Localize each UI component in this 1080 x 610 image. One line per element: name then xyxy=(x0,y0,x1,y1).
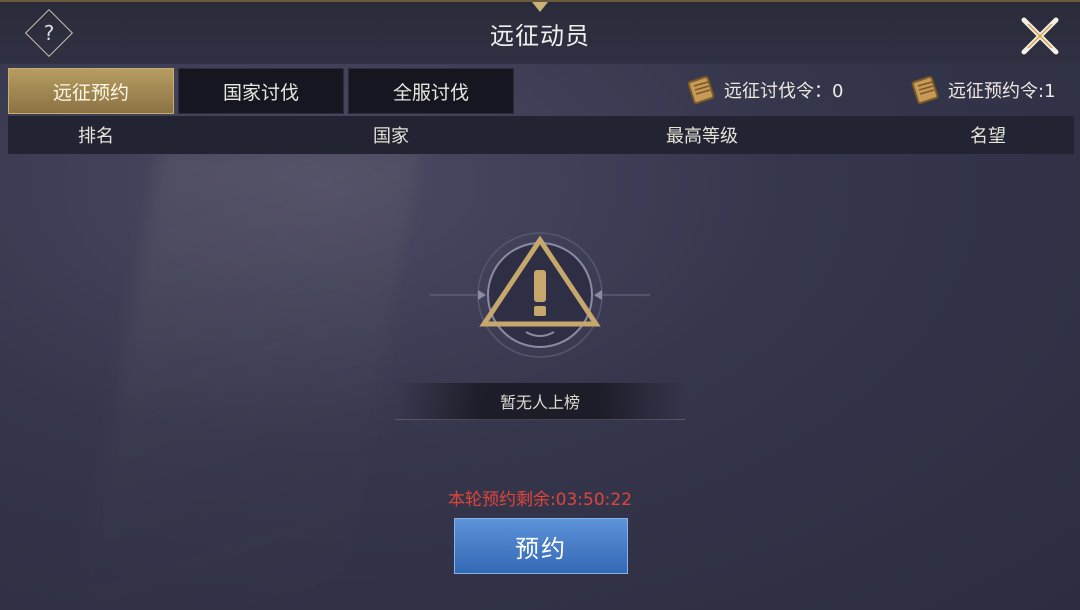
column-header-max-level: 最高等级 xyxy=(666,126,738,147)
empty-state-message: 暂无人上榜 xyxy=(395,383,685,420)
tab-expedition-reserve[interactable]: 远征预约 xyxy=(8,68,174,114)
column-header-prestige: 名望 xyxy=(970,126,1006,147)
token-label: 远征讨伐令：0 xyxy=(724,81,844,102)
warning-icon xyxy=(430,232,650,358)
scroll-icon xyxy=(911,75,939,105)
tab-nation-crusade[interactable]: 国家讨伐 xyxy=(178,68,344,114)
close-icon[interactable] xyxy=(1020,16,1060,56)
column-header-nation: 国家 xyxy=(373,126,409,147)
page-title: 远征动员 xyxy=(490,22,590,50)
token-reserve-order: 远征预约令:1 xyxy=(908,70,1056,110)
ranking-table-header: 排名 国家 最高等级 名望 xyxy=(8,116,1074,154)
token-label: 远征预约令:1 xyxy=(948,81,1056,102)
token-crusade-order: 远征讨伐令：0 xyxy=(684,70,843,110)
tab-bar: 远征预约 国家讨伐 全服讨伐 xyxy=(8,68,514,116)
tab-server-crusade[interactable]: 全服讨伐 xyxy=(348,68,514,114)
column-header-rank: 排名 xyxy=(78,126,114,147)
top-notch-ornament xyxy=(532,2,548,12)
background-light-beam xyxy=(79,150,421,610)
top-bar: ? 远征动员 xyxy=(0,0,1080,64)
reservation-countdown: 本轮预约剩余:03:50:22 xyxy=(447,490,633,510)
reserve-button[interactable]: 预约 xyxy=(454,518,628,574)
scroll-icon xyxy=(687,75,715,105)
